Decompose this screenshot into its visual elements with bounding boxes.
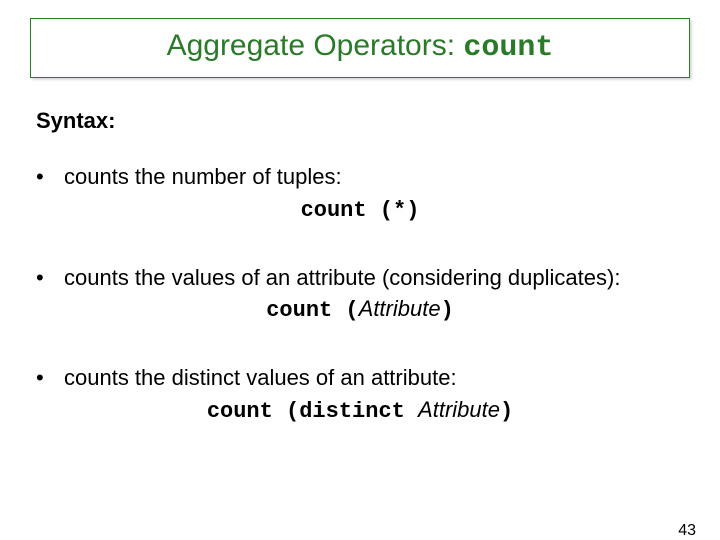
content-area: • counts the number of tuples: count (*)… xyxy=(0,162,720,424)
code-line: count (*) xyxy=(0,196,720,223)
bullet-text: counts the distinct values of an attribu… xyxy=(64,363,720,393)
list-item: • counts the number of tuples: xyxy=(36,162,720,192)
code-mono: count (distinct xyxy=(207,399,418,424)
list-item: • counts the distinct values of an attri… xyxy=(36,363,720,393)
syntax-label: Syntax: xyxy=(36,108,720,134)
code-line: count (distinct Attribute) xyxy=(0,397,720,424)
code-ital: Attribute xyxy=(359,296,441,321)
code-ital: Attribute xyxy=(418,397,500,422)
bullet-icon: • xyxy=(36,363,64,393)
code-mono: count (*) xyxy=(301,198,420,223)
code-mono-post: ) xyxy=(500,399,513,424)
code-mono-post: ) xyxy=(441,298,454,323)
code-line: count (Attribute) xyxy=(0,296,720,323)
bullet-text: counts the number of tuples: xyxy=(64,162,720,192)
code-mono: count ( xyxy=(266,298,358,323)
bullet-text: counts the values of an attribute (consi… xyxy=(64,263,720,293)
list-item: • counts the values of an attribute (con… xyxy=(36,263,720,293)
bullet-icon: • xyxy=(36,162,64,192)
bullet-icon: • xyxy=(36,263,64,293)
title-mono: count xyxy=(463,31,553,65)
title-box: Aggregate Operators: count xyxy=(30,18,690,78)
page-number: 43 xyxy=(678,522,696,540)
title-prefix: Aggregate Operators: xyxy=(167,29,464,62)
